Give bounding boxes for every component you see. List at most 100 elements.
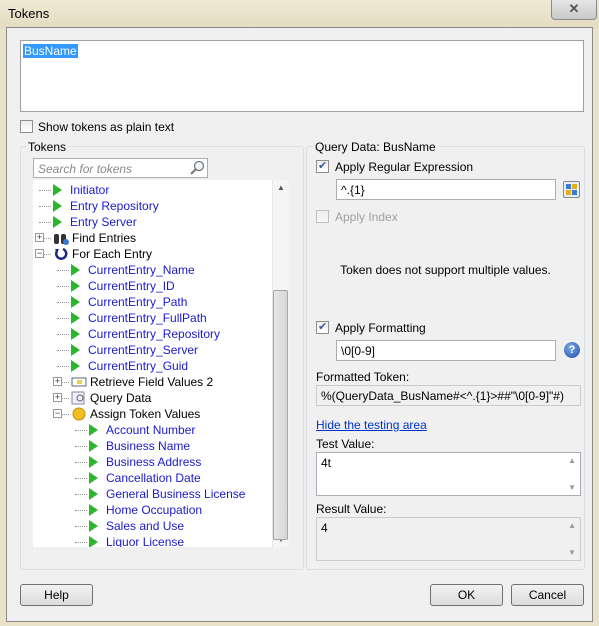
tree-item-label: Assign Token Values [90,407,201,421]
tree-connector [75,462,87,463]
tree-item[interactable]: CurrentEntry_Guid [71,358,188,374]
index-label: Apply Index [335,210,398,224]
ok-button[interactable]: OK [430,584,503,606]
tree-item[interactable]: Business Address [89,454,201,470]
tree-connector [57,286,69,287]
tree-item[interactable]: CurrentEntry_Path [71,294,187,310]
tree-item-label: CurrentEntry_ID [88,279,175,293]
token-arrow-icon [89,424,98,436]
token-arrow-icon [71,360,80,372]
tree-item[interactable]: CurrentEntry_ID [71,278,175,294]
token-arrow-icon [89,488,98,500]
plain-text-checkbox[interactable] [20,120,33,133]
index-message: Token does not support multiple values. [340,263,551,277]
tree-item-label: Entry Repository [70,199,159,213]
tree-connector [57,350,69,351]
token-arrow-icon [71,328,80,340]
expand-icon[interactable]: + [53,393,62,402]
result-value-box: 4 ▲ ▼ [316,517,581,561]
tree-item[interactable]: Business Name [89,438,190,454]
result-value-label: Result Value: [316,502,387,516]
formatting-label: Apply Formatting [335,321,426,335]
tree-item-label: Query Data [90,391,152,405]
tree-connector [57,334,69,335]
formatting-input[interactable]: \0[0-9] [336,340,556,361]
tree-item-label: CurrentEntry_FullPath [88,311,207,325]
tree-item[interactable]: CurrentEntry_Repository [71,326,220,342]
token-arrow-icon [89,440,98,452]
tree-item-label: Find Entries [72,231,137,245]
scroll-up-icon[interactable]: ▲ [568,456,576,465]
scroll-up-icon[interactable]: ▲ [568,521,576,530]
hide-testing-link[interactable]: Hide the testing area [316,418,427,432]
tree-item-label: Cancellation Date [106,471,201,485]
tree-item-label: Sales and Use [106,519,185,533]
token-tree[interactable]: Initiator Entry Repository Entry Server Fin… [33,180,289,547]
index-checkbox[interactable] [316,210,329,223]
collapse-icon[interactable]: − [35,249,44,258]
token-arrow-icon [71,344,80,356]
title-bar [0,0,599,28]
tree-item[interactable]: Entry Repository [53,198,159,214]
tree-item-label: Entry Server [70,215,137,229]
help-button[interactable]: Help [20,584,93,606]
regex-builder-button[interactable] [563,181,580,198]
tree-item[interactable]: Retrieve Field Values 2 [71,374,213,390]
formatted-token-value: %(QueryData_BusName#<^.{1}>##"\0[0-9]"#) [316,385,581,406]
token-arrow-icon [53,216,62,228]
cancel-button[interactable]: Cancel [511,584,584,606]
expand-icon[interactable]: + [53,377,62,386]
close-button[interactable]: ✕ [551,0,597,20]
formatted-token-label: Formatted Token: [316,370,410,384]
tree-item-label: Retrieve Field Values 2 [90,375,214,389]
tree-item[interactable]: General Business License [89,486,245,502]
token-arrow-icon [89,456,98,468]
scrollbar-thumb[interactable] [273,290,288,540]
regex-label: Apply Regular Expression [335,160,474,174]
search-icon[interactable] [189,160,205,176]
binoculars-icon [54,234,69,245]
tree-item-label: General Business License [106,487,246,501]
search-placeholder: Search for tokens [38,162,133,176]
regex-checkbox[interactable] [316,159,329,173]
formatting-checkbox[interactable] [316,320,329,334]
expand-icon[interactable]: + [35,233,44,242]
token-editor[interactable]: BusName [20,40,584,112]
collapse-icon[interactable]: − [53,409,62,418]
tree-item[interactable]: Assign Token Values [71,406,200,422]
tree-item[interactable]: Sales and Use [89,518,184,534]
tree-connector [75,542,87,543]
scroll-down-icon[interactable]: ▼ [568,483,576,492]
scroll-up-icon[interactable]: ▲ [273,183,289,192]
tree-item[interactable]: Cancellation Date [89,470,201,486]
tree-connector [75,494,87,495]
tree-item[interactable]: CurrentEntry_Name [71,262,195,278]
tree-item-label: CurrentEntry_Path [88,295,188,309]
tree-connector [75,510,87,511]
tree-item[interactable]: Account Number [89,422,195,438]
tree-connector [39,190,51,191]
tree-item[interactable]: Entry Server [53,214,137,230]
help-icon[interactable]: ? [564,342,580,358]
result-value-text: 4 [321,521,328,535]
editor-text: BusName [23,44,78,58]
token-arrow-icon [53,184,62,196]
tree-item[interactable]: Home Occupation [89,502,202,518]
search-input[interactable]: Search for tokens [33,158,208,178]
token-arrow-icon [71,296,80,308]
tree-item[interactable]: Find Entries [53,230,136,246]
scroll-down-icon[interactable]: ▼ [568,548,576,557]
tree-item[interactable]: CurrentEntry_FullPath [71,310,207,326]
tree-item[interactable]: For Each Entry [53,246,152,262]
tree-item[interactable]: CurrentEntry_Server [71,342,198,358]
regex-input[interactable]: ^.{1} [336,179,556,200]
tree-item[interactable]: Initiator [53,182,109,198]
token-arrow-icon [89,472,98,484]
tree-item[interactable]: Liquor License [89,534,184,547]
tree-item-label: CurrentEntry_Guid [88,359,189,373]
tree-item-label: CurrentEntry_Repository [88,327,221,341]
tree-item-label: Liquor License [106,535,185,547]
test-value-input[interactable]: 4t ▲ ▼ [316,452,581,496]
token-arrow-icon [89,504,98,516]
tree-item[interactable]: Query Data [71,390,151,406]
